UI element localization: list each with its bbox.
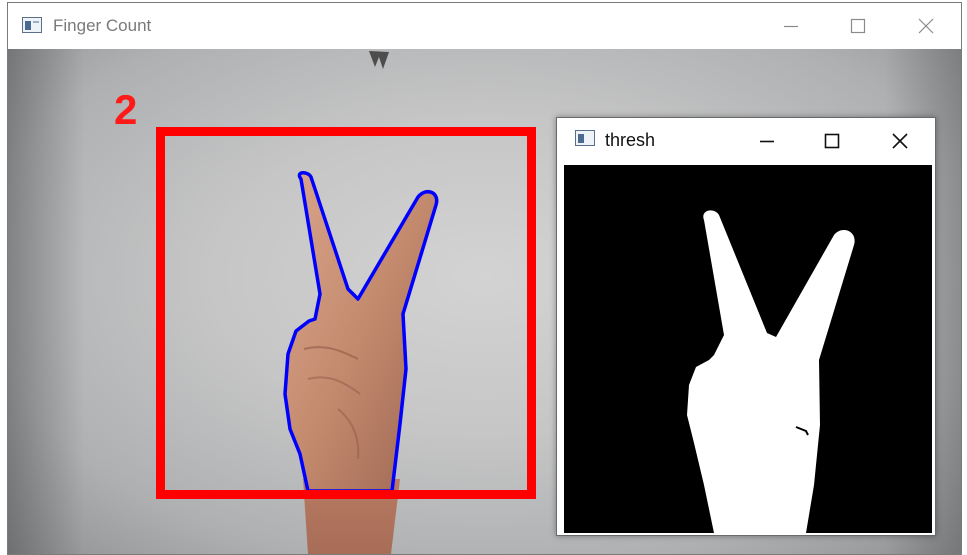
window-app-icon <box>22 17 42 33</box>
thresh-window: thresh <box>556 117 936 536</box>
close-button[interactable] <box>892 3 960 49</box>
thresh-mask-canvas <box>564 165 932 533</box>
minimize-button[interactable] <box>757 3 825 49</box>
close-icon <box>892 133 908 149</box>
thresh-app-icon <box>575 130 595 146</box>
window-title: Finger Count <box>53 16 152 35</box>
window-titlebar[interactable]: Finger Count <box>8 3 961 49</box>
thresh-mask-image <box>687 210 855 533</box>
thresh-minimize-button[interactable] <box>733 118 801 164</box>
close-icon <box>918 18 934 34</box>
minimize-icon <box>760 140 774 143</box>
thresh-maximize-button[interactable] <box>798 118 866 164</box>
maximize-icon <box>850 18 866 34</box>
thresh-title: thresh <box>605 130 656 150</box>
thresh-close-button[interactable] <box>866 118 934 164</box>
thresh-titlebar[interactable]: thresh <box>557 118 935 164</box>
roi-rectangle <box>156 127 536 499</box>
minimize-icon <box>784 25 798 28</box>
maximize-button[interactable] <box>824 3 892 49</box>
finger-count-label: 2 <box>114 86 138 133</box>
maximize-icon <box>824 133 840 149</box>
